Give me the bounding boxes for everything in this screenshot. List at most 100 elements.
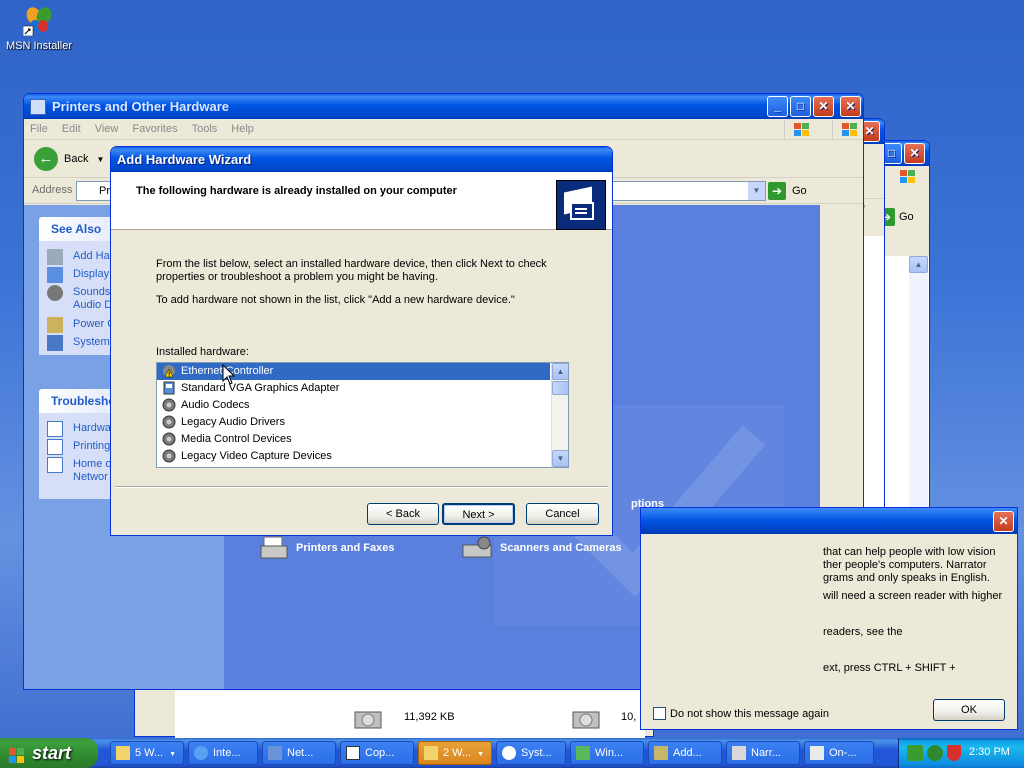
help-icon [47,439,63,455]
clock[interactable]: 2:30 PM [969,746,1010,758]
printer-icon [260,535,290,561]
window-title: Printers and Other Hardware [52,99,229,114]
close-button[interactable]: ✕ [904,143,925,164]
task-system[interactable]: Syst... [496,741,566,765]
book-icon [654,746,668,760]
task-on-screen-keyboard[interactable]: On-... [804,741,874,765]
scrollbar[interactable]: ▲ [909,256,928,509]
menu-view[interactable]: View [95,123,119,135]
back-button[interactable]: ← Back ▼ [34,147,104,171]
taskbar: start 5 W... ▼ Inte... Net... Cop... 2 W.… [0,738,1024,768]
cancel-button[interactable]: Cancel [526,503,599,525]
wizard-header: The following hardware is already instal… [111,172,612,230]
maximize-button[interactable]: □ [790,96,811,117]
list-item-media-control-devices[interactable]: Media Control Devices [157,431,550,448]
scroll-up-button[interactable]: ▲ [552,363,568,380]
window-icon [346,746,360,760]
wizard-body: From the list below, select an installed… [111,231,612,535]
menu-tools[interactable]: Tools [192,123,218,135]
ie-icon [194,746,208,760]
scanner-icon [462,535,494,561]
msn-butterfly-icon [22,4,55,37]
desktop-icon-msn-installer[interactable]: MSN Installer [4,4,74,52]
speaker-icon [162,398,177,413]
task-narrator[interactable]: Narr... [726,741,800,765]
cd-drive-icon [571,706,601,730]
network-tray-icon[interactable] [907,745,923,761]
help-icon [47,421,63,437]
scroll-up-button[interactable]: ▲ [909,256,928,273]
task-folder-group[interactable]: 5 W... ▼ [110,741,184,765]
keyboard-icon [810,746,824,760]
installed-hardware-list[interactable]: ! Ethernet Controller Standard VGA Graph… [156,362,569,468]
help-icon [47,457,63,473]
scroll-down-button[interactable]: ▼ [552,450,568,467]
menu-edit[interactable]: Edit [62,123,81,135]
back-button[interactable]: < Back [367,503,439,525]
power-icon [47,317,63,333]
mouse-cursor [222,364,236,385]
control-panel-icon [30,98,46,115]
system-icon [47,335,63,351]
task-add-hardware[interactable]: Add... [648,741,722,765]
accessibility-tray-icon[interactable] [927,745,943,761]
task-windows[interactable]: Win... [570,741,644,765]
menu-help[interactable]: Help [231,123,254,135]
list-item-vga-adapter[interactable]: Standard VGA Graphics Adapter [157,380,550,397]
dont-show-checkbox[interactable]: Do not show this message again [653,707,829,720]
menu-bar: File Edit View Favorites Tools Help [24,119,863,140]
hardware-wizard-icon [556,180,606,230]
checkbox[interactable] [653,707,666,720]
go-button[interactable]: ➔ Go [768,182,807,200]
scanners-and-cameras-link[interactable]: Scanners and Cameras [462,535,622,561]
task-internet[interactable]: Inte... [188,741,258,765]
speaker-icon [162,432,177,447]
instruction-text-2: To add hardware not shown in the list, c… [156,294,515,306]
list-item-legacy-video-capture[interactable]: Legacy Video Capture Devices [157,448,550,465]
next-button[interactable]: Next > [442,503,515,525]
list-scrollbar[interactable]: ▲ ▼ [551,363,568,467]
wizard-header-text: The following hardware is already instal… [136,185,457,197]
list-item-legacy-audio-drivers[interactable]: Legacy Audio Drivers [157,414,550,431]
list-item-ethernet-controller[interactable]: ! Ethernet Controller [157,363,550,380]
task-folder-group-active[interactable]: 2 W... ▼ [418,741,492,765]
address-dropdown-icon[interactable]: ▼ [748,182,765,200]
windows-icon [576,746,590,760]
file-size-text: 11,392 KB [404,711,455,723]
add-hardware-wizard[interactable]: Add Hardware Wizard The following hardwa… [110,146,613,536]
svg-text:!: ! [168,372,170,379]
folder-icon [424,746,438,760]
close-button-2[interactable]: ✕ [840,96,861,117]
windows-logo-icon [8,744,26,763]
go-arrow-icon: ➔ [768,182,786,200]
security-shield-icon[interactable] [947,745,961,761]
narrator-close-button[interactable]: ✕ [993,511,1014,532]
wizard-title: Add Hardware Wizard [117,152,252,167]
list-item-audio-codecs[interactable]: Audio Codecs [157,397,550,414]
scroll-thumb[interactable] [552,381,568,395]
network-icon [268,746,282,760]
windows-flag-icon [899,169,917,185]
background-window-bottom[interactable]: 11,392 KB 10, [134,685,654,738]
task-network[interactable]: Net... [262,741,336,765]
narrator-dialog[interactable]: ✕ that can help people with low vision t… [640,507,1018,730]
hardware-icon [47,249,63,265]
cd-drive-icon [353,706,383,730]
printers-and-faxes-link[interactable]: Printers and Faxes [260,535,394,561]
display-icon [47,267,63,283]
instruction-text-1: From the list below, select an installed… [156,258,547,283]
wizard-titlebar: Add Hardware Wizard [111,147,612,172]
minimize-button[interactable]: _ [767,96,788,117]
task-copy[interactable]: Cop... [340,741,414,765]
menu-file[interactable]: File [30,123,48,135]
warning-device-icon: ! [162,364,177,379]
help-icon [502,746,516,760]
narrator-ok-button[interactable]: OK [933,699,1005,721]
menu-favorites[interactable]: Favorites [132,123,177,135]
speaker-icon [162,449,177,464]
start-button[interactable]: start [0,738,98,768]
desktop-icon-label: MSN Installer [5,40,73,52]
display-adapter-icon [162,381,177,396]
system-tray: 2:30 PM [898,738,1024,768]
close-button[interactable]: ✕ [813,96,834,117]
